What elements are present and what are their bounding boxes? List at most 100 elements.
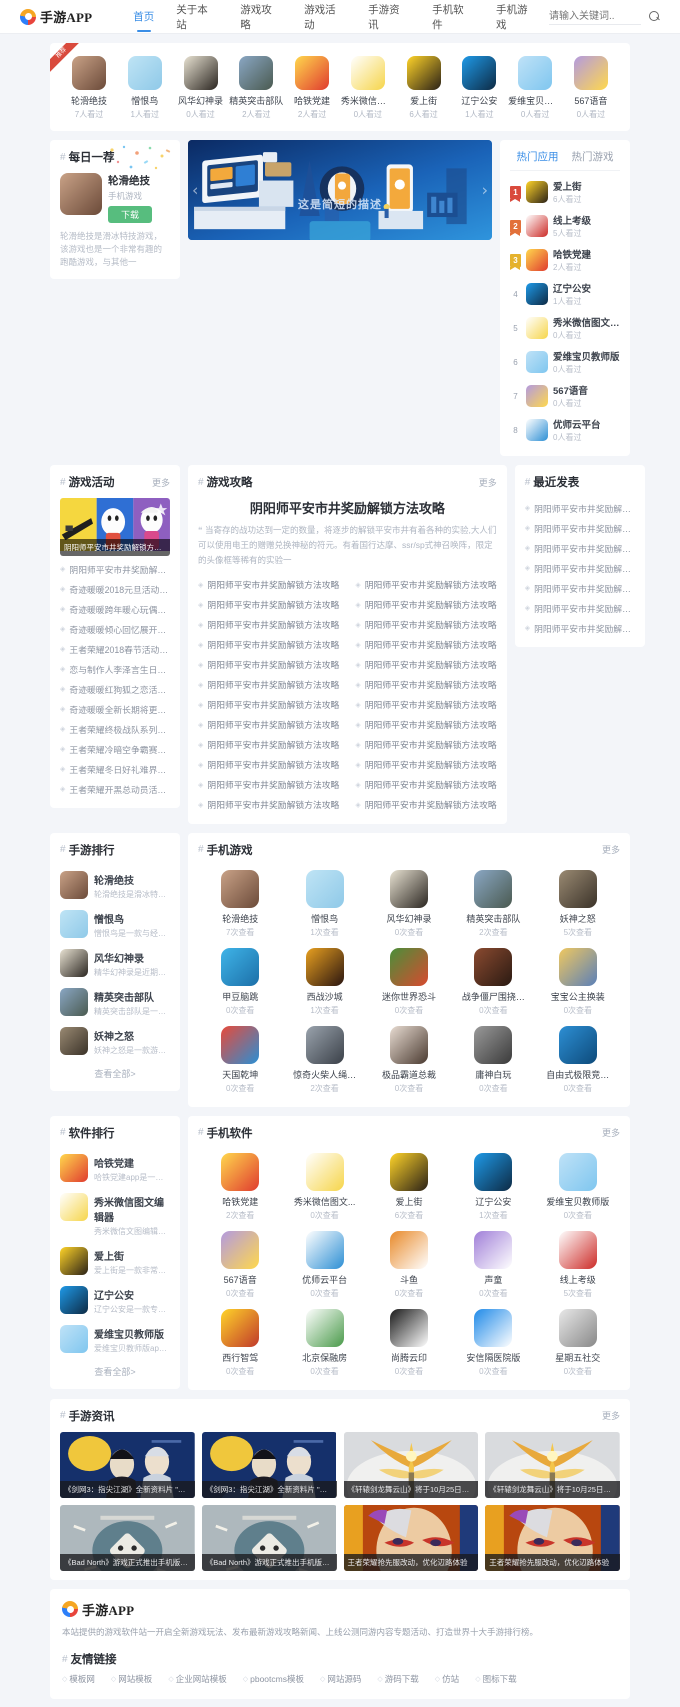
game-rank-view-all[interactable]: 查看全部> <box>60 1061 170 1082</box>
software-rank-item[interactable]: 爱维宝贝教师版爱维宝贝教师版app是一… <box>60 1320 170 1359</box>
mobile-software-item[interactable]: 哈铁党建 2次查看 <box>200 1152 280 1221</box>
strategy-link[interactable]: ◈ 阴阳师平安市井奖励解锁方法攻略 <box>355 575 496 595</box>
nav-item-1[interactable]: 关于本站 <box>165 0 229 34</box>
recent-post-link[interactable]: ◈阴阳师平安市井奖励解锁方法攻… <box>525 558 635 578</box>
hot-list-item[interactable]: 8 优师云平台 0人看过 <box>510 413 620 447</box>
recent-post-link[interactable]: ◈阴阳师平安市井奖励解锁方法攻… <box>525 538 635 558</box>
mobile-software-item[interactable]: 尚腾云印 0次查看 <box>369 1308 449 1377</box>
hero-banner-carousel[interactable]: 这是简短的描述 ‹ › <box>188 140 492 240</box>
mobile-software-item[interactable]: 爱上街 6次查看 <box>369 1152 449 1221</box>
mobile-software-item[interactable]: 优师云平台 0次查看 <box>284 1230 364 1299</box>
featured-app-8[interactable]: 爱维宝贝教师版 0人看过 <box>508 56 562 120</box>
news-item[interactable]: 《Bad North》游戏正式推出手机版，… <box>201 1504 337 1571</box>
news-item[interactable]: 王者荣耀抢先服改动，优化辺路体验 <box>343 1504 479 1571</box>
software-rank-item[interactable]: 辽宁公安辽宁公安是一款专门面向… <box>60 1281 170 1320</box>
mobile-game-item[interactable]: 妖神之怒 5次查看 <box>538 869 618 938</box>
nav-item-3[interactable]: 游戏活动 <box>293 0 357 34</box>
friend-link[interactable]: ◇ 企业网站模板 <box>168 1673 226 1685</box>
mobile-game-item[interactable]: 风华幻神录 0次查看 <box>369 869 449 938</box>
banner-prev-arrow[interactable]: ‹ <box>192 181 198 200</box>
strategy-link[interactable]: ◈ 阴阳师平安市井奖励解锁方法攻略 <box>355 775 496 795</box>
nav-item-2[interactable]: 游戏攻略 <box>229 0 293 34</box>
strategy-link[interactable]: ◈ 阴阳师平安市井奖励解锁方法攻略 <box>355 755 496 775</box>
friend-link[interactable]: ◇ 模板网 <box>62 1673 95 1685</box>
mobile-software-item[interactable]: 567语音 0次查看 <box>200 1230 280 1299</box>
strategy-link[interactable]: ◈ 阴阳师平安市井奖励解锁方法攻略 <box>198 715 339 735</box>
hot-tab-1[interactable]: 热门游戏 <box>572 149 614 164</box>
featured-app-2[interactable]: 风华幻神录 0人看过 <box>174 56 228 120</box>
mobile-games-more-link[interactable]: 更多 <box>602 843 620 856</box>
strategy-link[interactable]: ◈ 阴阳师平安市井奖励解锁方法攻略 <box>355 615 496 635</box>
activity-link[interactable]: ◈恋与制作人李泽言生日活动第一弹… <box>60 659 170 679</box>
news-item[interactable]: 《Bad North》游戏正式推出手机版，… <box>60 1504 195 1571</box>
mobile-game-item[interactable]: 宝宝公主换装 0次查看 <box>538 947 618 1016</box>
news-item[interactable]: 《轩辕剑龙舞云山》将于10月25日全平… <box>343 1431 479 1498</box>
activity-more-link[interactable]: 更多 <box>152 476 170 489</box>
nav-item-0[interactable]: 首页 <box>122 0 165 34</box>
software-rank-item[interactable]: 爱上街爱上街是一款非常轻松,便… <box>60 1242 170 1281</box>
recent-post-link[interactable]: ◈阴阳师平安市井奖励解锁方法攻… <box>525 518 635 538</box>
site-logo[interactable]: 手游APP <box>20 7 92 26</box>
strategy-headline[interactable]: 阴阳师平安市井奖励解锁方法攻略 <box>198 498 497 517</box>
hot-list-item[interactable]: 5 秀米微信图文编... 0人看过 <box>510 311 620 345</box>
mobile-game-item[interactable]: 自由式极限竞… 0次查看 <box>538 1025 618 1094</box>
activity-link[interactable]: ◈王者荣耀冬日好礼难界返活动 SN… <box>60 759 170 779</box>
featured-app-7[interactable]: 辽宁公安 1人看过 <box>452 56 506 120</box>
activity-link[interactable]: ◈阴阳师平安市井奖励解锁方法攻略 <box>60 559 170 579</box>
mobile-game-item[interactable]: 精英突击部队 2次查看 <box>453 869 533 938</box>
mobile-software-item[interactable]: 星期五社交 0次查看 <box>538 1308 618 1377</box>
nav-item-6[interactable]: 手机游戏 <box>485 0 549 34</box>
mobile-software-item[interactable]: 声童 0次查看 <box>453 1230 533 1299</box>
activity-link[interactable]: ◈奇迹暖暖2018元旦活动 云杳之愿… <box>60 579 170 599</box>
search-input[interactable] <box>549 8 641 25</box>
strategy-link[interactable]: ◈ 阴阳师平安市井奖励解锁方法攻略 <box>198 775 339 795</box>
banner-next-arrow[interactable]: › <box>482 181 488 200</box>
mobile-software-item[interactable]: 西行智驾 0次查看 <box>200 1308 280 1377</box>
hot-tab-0[interactable]: 热门应用 <box>517 149 559 164</box>
mobile-game-item[interactable]: 憎恨鸟 1次查看 <box>284 869 364 938</box>
recent-post-link[interactable]: ◈阴阳师平安市井奖励解锁方法攻… <box>525 598 635 618</box>
friend-link[interactable]: ◇ 仿站 <box>435 1673 459 1685</box>
news-item[interactable]: 《剑网3：指尖江湖》全新资料片 "风起… <box>60 1431 195 1498</box>
strategy-link[interactable]: ◈ 阴阳师平安市井奖励解锁方法攻略 <box>355 675 496 695</box>
news-more-link[interactable]: 更多 <box>602 1409 620 1422</box>
nav-item-5[interactable]: 手机软件 <box>421 0 485 34</box>
mobile-game-item[interactable]: 西战沙城 1次查看 <box>284 947 364 1016</box>
strategy-link[interactable]: ◈ 阴阳师平安市井奖励解锁方法攻略 <box>198 635 339 655</box>
game-rank-item[interactable]: 憎恨鸟憎恨鸟是一款与经典游戏… <box>60 905 170 944</box>
friend-link[interactable]: ◇ 游码下载 <box>377 1673 418 1685</box>
mobile-game-item[interactable]: 战争僵尸围挠… 0次查看 <box>453 947 533 1016</box>
activity-link[interactable]: ◈奇迹暖暖倾心回忆展开活动 誓言… <box>60 619 170 639</box>
hot-list-item[interactable]: 1 爱上街 6人看过 <box>510 175 620 209</box>
friend-link[interactable]: ◇ 网站模板 <box>111 1673 152 1685</box>
software-rank-item[interactable]: 秀米微信图文编辑器秀米微信文图编辑器是一… <box>60 1188 170 1242</box>
mobile-software-item[interactable]: 安信隔医院版 0次查看 <box>453 1308 533 1377</box>
strategy-link[interactable]: ◈ 阴阳师平安市井奖励解锁方法攻略 <box>198 695 339 715</box>
recent-post-link[interactable]: ◈阴阳师平安市井奖励解锁方法攻… <box>525 618 635 638</box>
strategy-link[interactable]: ◈ 阴阳师平安市井奖励解锁方法攻略 <box>198 575 339 595</box>
featured-app-4[interactable]: 哈铁党建 2人看过 <box>285 56 339 120</box>
news-item[interactable]: 王者荣耀抢先服改动，优化辺路体验 <box>485 1504 620 1571</box>
strategy-link[interactable]: ◈ 阴阳师平安市井奖励解锁方法攻略 <box>355 735 496 755</box>
strategy-link[interactable]: ◈ 阴阳师平安市井奖励解锁方法攻略 <box>198 735 339 755</box>
strategy-link[interactable]: ◈ 阴阳师平安市井奖励解锁方法攻略 <box>198 655 339 675</box>
strategy-link[interactable]: ◈ 阴阳师平安市井奖励解锁方法攻略 <box>355 655 496 675</box>
hot-list-item[interactable]: 6 爱维宝贝教师版 0人看过 <box>510 345 620 379</box>
strategy-link[interactable]: ◈ 阴阳师平安市井奖励解锁方法攻略 <box>355 695 496 715</box>
mobile-software-more-link[interactable]: 更多 <box>602 1126 620 1139</box>
mobile-game-item[interactable]: 天国乾坤 0次查看 <box>200 1025 280 1094</box>
strategy-link[interactable]: ◈ 阴阳师平安市井奖励解锁方法攻略 <box>355 715 496 735</box>
footer-logo[interactable]: 手游APP <box>62 1600 618 1619</box>
mobile-software-item[interactable]: 线上考级 5次查看 <box>538 1230 618 1299</box>
activity-link[interactable]: ◈王者荣耀冷暗空争霸赛活动地址 … <box>60 739 170 759</box>
search-icon[interactable] <box>649 11 660 22</box>
mobile-game-item[interactable]: 轮滑绝技 7次查看 <box>200 869 280 938</box>
activity-link[interactable]: ◈奇迹暖暖全新长期将更新多重活动… <box>60 699 170 719</box>
game-rank-item[interactable]: 风华幻神录精华幻神录是近期最受欢… <box>60 944 170 983</box>
mobile-software-item[interactable]: 北京保融房 0次查看 <box>284 1308 364 1377</box>
strategy-link[interactable]: ◈ 阴阳师平安市井奖励解锁方法攻略 <box>198 675 339 695</box>
friend-link[interactable]: ◇ 图标下载 <box>475 1673 516 1685</box>
mobile-software-item[interactable]: 爱维宝贝教师版 0次查看 <box>538 1152 618 1221</box>
activity-link[interactable]: ◈王者荣耀开黑总动员活动 直取SN… <box>60 779 170 799</box>
strategy-link[interactable]: ◈ 阴阳师平安市井奖励解锁方法攻略 <box>198 755 339 775</box>
